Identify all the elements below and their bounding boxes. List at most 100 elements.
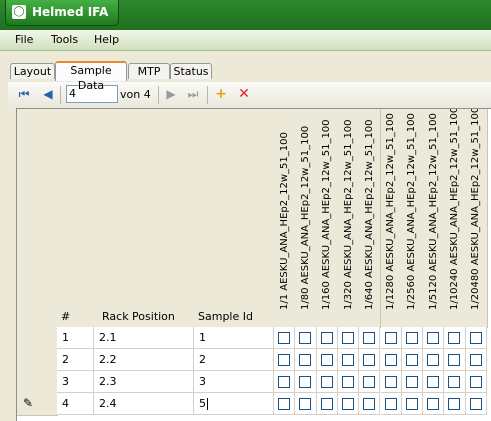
dilution-checkbox[interactable] bbox=[320, 332, 333, 344]
dilution-checkbox[interactable] bbox=[363, 332, 376, 344]
column-header-sample-id[interactable]: Sample Id bbox=[194, 109, 275, 328]
dilution-checkbox[interactable] bbox=[384, 354, 397, 366]
column-header-dilution[interactable]: 1/1280 AESKU_ANA_HEp2_12w_51_100 bbox=[380, 109, 403, 328]
dilution-checkbox[interactable] bbox=[469, 398, 482, 410]
row-header[interactable] bbox=[17, 349, 58, 372]
cell-dilution bbox=[316, 393, 338, 415]
prev-icon[interactable]: ◀ bbox=[40, 86, 56, 102]
cell-num[interactable]: 3 bbox=[57, 371, 94, 393]
column-header-dilution[interactable]: 1/320 AESKU_ANA_HEp2_12w_51_100 bbox=[337, 109, 361, 328]
dilution-checkbox[interactable] bbox=[299, 398, 312, 410]
delete-icon[interactable]: ✕ bbox=[236, 86, 252, 102]
dilution-checkbox[interactable] bbox=[427, 376, 440, 388]
tab-status[interactable]: Status bbox=[170, 63, 212, 79]
first-icon[interactable]: ⏮ bbox=[16, 86, 32, 102]
dilution-checkbox[interactable] bbox=[299, 332, 312, 344]
dilution-checkbox[interactable] bbox=[320, 376, 333, 388]
dilution-checkbox[interactable] bbox=[341, 398, 354, 410]
dilution-checkbox[interactable] bbox=[299, 354, 312, 366]
dilution-checkbox[interactable] bbox=[363, 354, 376, 366]
column-header-dilution[interactable]: 1/640 AESKU_ANA_HEp2_12w_51_100 bbox=[359, 109, 382, 328]
separator bbox=[60, 86, 61, 104]
menu-bar: File Tools Help bbox=[0, 30, 491, 51]
dilution-checkbox[interactable] bbox=[320, 398, 333, 410]
dilution-checkbox[interactable] bbox=[278, 398, 290, 410]
cell-num[interactable]: 4 bbox=[57, 393, 94, 415]
column-header-dilution[interactable]: 1/160 AESKU_ANA_HEp2_12w_51_100 bbox=[316, 109, 339, 328]
tab-mtp[interactable]: MTP bbox=[128, 63, 170, 79]
corner-header bbox=[17, 109, 58, 328]
cell-num[interactable]: 1 bbox=[57, 327, 94, 349]
tab-layout[interactable]: Layout bbox=[10, 63, 55, 79]
column-header-rack-position[interactable]: Rack Position bbox=[94, 109, 195, 328]
dilution-checkbox[interactable] bbox=[448, 354, 461, 366]
dilution-checkbox[interactable] bbox=[448, 332, 461, 344]
row-header[interactable] bbox=[17, 327, 58, 350]
dilution-checkbox[interactable] bbox=[427, 354, 440, 366]
cell-dilution bbox=[423, 371, 445, 393]
dilution-checkbox[interactable] bbox=[278, 376, 290, 388]
dilution-checkbox[interactable] bbox=[341, 376, 354, 388]
dilution-checkbox[interactable] bbox=[469, 376, 482, 388]
dilution-checkbox[interactable] bbox=[384, 376, 397, 388]
dilution-checkbox[interactable] bbox=[405, 398, 418, 410]
cell-rack-position[interactable]: 2.4 bbox=[94, 393, 194, 415]
add-icon[interactable]: + bbox=[213, 86, 229, 102]
dilution-checkbox[interactable] bbox=[363, 376, 376, 388]
column-header-num[interactable]: # bbox=[57, 109, 95, 328]
dilution-checkbox[interactable] bbox=[278, 354, 290, 366]
cell-sample-id[interactable]: 2 bbox=[194, 349, 274, 371]
cell-rack-position[interactable]: 2.1 bbox=[94, 327, 194, 349]
tab-sample-data[interactable]: Sample Data bbox=[55, 61, 127, 92]
last-icon[interactable]: ⏭ bbox=[185, 86, 201, 102]
cell-sample-id[interactable]: 1 bbox=[194, 327, 274, 349]
row-header[interactable]: ✎ bbox=[17, 393, 58, 416]
cell-num[interactable]: 2 bbox=[57, 349, 94, 371]
column-header-dilution[interactable]: 1/1 AESKU_ANA_HEp2_12w_51_100 bbox=[274, 109, 297, 328]
dilution-checkbox[interactable] bbox=[384, 398, 397, 410]
cell-dilution bbox=[337, 349, 360, 371]
menu-help[interactable]: Help bbox=[94, 33, 119, 46]
cell-dilution bbox=[274, 327, 296, 349]
cell-sample-id[interactable]: 3 bbox=[194, 371, 274, 393]
dilution-checkbox[interactable] bbox=[341, 332, 354, 344]
column-header-dilution[interactable]: 1/10240 AESKU_ANA_HEp2_12w_51_100 bbox=[444, 109, 467, 328]
cell-dilution bbox=[465, 349, 487, 371]
cell-dilution bbox=[295, 327, 317, 349]
dilution-label: 1/160 AESKU_ANA_HEp2_12w_51_100 bbox=[321, 119, 333, 310]
column-header-dilution[interactable]: 1/5120 AESKU_ANA_HEp2_12w_51_100 bbox=[423, 109, 446, 328]
dilution-checkbox[interactable] bbox=[320, 354, 333, 366]
cell-dilution bbox=[359, 349, 381, 371]
menu-file[interactable]: File bbox=[15, 33, 33, 46]
dilution-checkbox[interactable] bbox=[384, 332, 397, 344]
dilution-checkbox[interactable] bbox=[363, 398, 376, 410]
cell-dilution bbox=[359, 327, 381, 349]
dilution-checkbox[interactable] bbox=[405, 354, 418, 366]
dilution-checkbox[interactable] bbox=[469, 332, 482, 344]
dilution-checkbox[interactable] bbox=[448, 376, 461, 388]
dilution-checkbox[interactable] bbox=[427, 398, 440, 410]
cell-rack-position[interactable]: 2.2 bbox=[94, 349, 194, 371]
dilution-checkbox[interactable] bbox=[341, 354, 354, 366]
dilution-checkbox[interactable] bbox=[448, 398, 461, 410]
cell-rack-position[interactable]: 2.3 bbox=[94, 371, 194, 393]
menu-tools[interactable]: Tools bbox=[51, 33, 78, 46]
dilution-checkbox[interactable] bbox=[405, 376, 418, 388]
dilution-checkbox[interactable] bbox=[299, 376, 312, 388]
cell-dilution bbox=[401, 327, 424, 349]
dilution-checkbox[interactable] bbox=[405, 332, 418, 344]
app-title: Helmed IFA bbox=[32, 5, 109, 19]
dilution-checkbox[interactable] bbox=[469, 354, 482, 366]
column-header-dilution[interactable]: 1/80 AESKU_ANA_HEp2_12w_51_100 bbox=[295, 109, 318, 328]
column-header-dilution[interactable]: 1/20480 AESKU_ANA_HEp2_12w_51_100 bbox=[465, 109, 488, 328]
row-header[interactable] bbox=[17, 371, 58, 394]
cell-dilution bbox=[465, 327, 487, 349]
pencil-icon: ✎ bbox=[23, 396, 34, 410]
dilution-checkbox[interactable] bbox=[427, 332, 440, 344]
next-icon[interactable]: ▶ bbox=[163, 86, 179, 102]
cell-text: 5 bbox=[199, 397, 206, 410]
text-cursor bbox=[207, 398, 208, 410]
column-header-dilution[interactable]: 1/2560 AESKU_ANA_HEp2_12w_51_100 bbox=[401, 109, 425, 328]
dilution-checkbox[interactable] bbox=[278, 332, 290, 344]
cell-sample-id[interactable]: 5 bbox=[194, 393, 274, 415]
